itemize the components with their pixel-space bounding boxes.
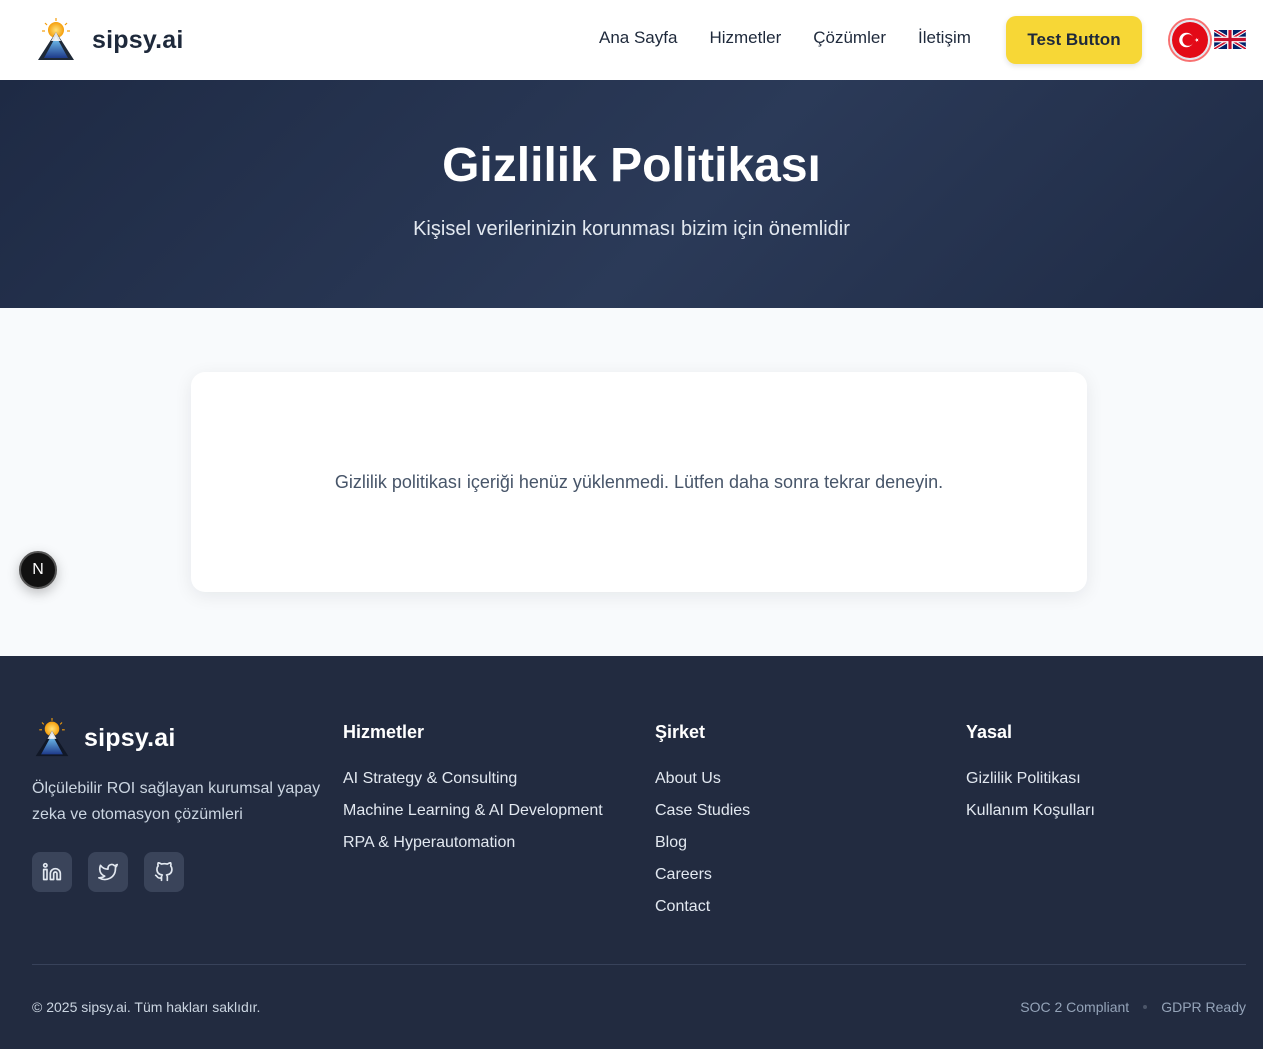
footer-divider <box>32 964 1246 965</box>
nav-solutions[interactable]: Çözümler <box>813 28 886 48</box>
linkedin-icon[interactable] <box>32 852 72 892</box>
footer-brand-name: sipsy.ai <box>84 723 176 752</box>
footer-link[interactable]: About Us <box>655 763 750 795</box>
github-icon[interactable] <box>144 852 184 892</box>
footer-col-title: Hizmetler <box>343 722 425 742</box>
separator-dot <box>1143 1005 1148 1009</box>
page-subtitle: Kişisel verilerinizin korunması bizim iç… <box>413 218 850 240</box>
footer-col-company: Şirket About Us Case Studies Blog Career… <box>655 722 750 923</box>
gdpr-badge: GDPR Ready <box>1161 999 1246 1015</box>
copyright-text: © 2025 sipsy.ai. Tüm hakları saklıdır. <box>32 999 261 1015</box>
test-button[interactable]: Test Button <box>1006 16 1142 64</box>
footer-link[interactable]: Kullanım Koşulları <box>966 795 1095 827</box>
footer-brand[interactable]: sipsy.ai <box>32 718 175 758</box>
footer-col-legal: Yasal Gizlilik Politikası Kullanım Koşul… <box>966 722 1095 827</box>
dev-tools-badge[interactable]: N <box>19 551 57 589</box>
footer-col-title: Şirket <box>655 722 706 742</box>
main-content: Gizlilik politikası içeriği henüz yüklen… <box>0 308 1263 656</box>
soc2-badge: SOC 2 Compliant <box>1020 999 1130 1015</box>
brand-name: sipsy.ai <box>92 25 184 54</box>
footer-col-title: Yasal <box>966 722 1013 742</box>
nav-services[interactable]: Hizmetler <box>709 28 781 48</box>
brand-link[interactable]: sipsy.ai <box>34 18 183 62</box>
policy-empty-message: Gizlilik politikası içeriği henüz yüklen… <box>334 472 944 492</box>
compliance-badges: SOC 2 Compliant GDPR Ready <box>1020 999 1246 1015</box>
footer-link[interactable]: Gizlilik Politikası <box>966 763 1095 795</box>
footer-link[interactable]: Careers <box>655 859 750 891</box>
footer-link[interactable]: AI Strategy & Consulting <box>343 763 603 795</box>
nav-contact[interactable]: İletişim <box>918 28 971 48</box>
hero-section: Gizlilik Politikası Kişisel verilerinizi… <box>0 80 1263 308</box>
site-header: sipsy.ai Ana Sayfa Hizmetler Çözümler İl… <box>0 0 1263 80</box>
logo-icon <box>35 718 69 757</box>
logo-icon <box>38 18 74 60</box>
footer-description: Ölçülebilir ROI sağlayan kurumsal yapay … <box>32 780 321 823</box>
main-nav: Ana Sayfa Hizmetler Çözümler İletişim <box>599 28 971 48</box>
footer-link[interactable]: Case Studies <box>655 795 750 827</box>
site-footer: sipsy.ai Ölçülebilir ROI sağlayan kurums… <box>0 656 1263 1049</box>
footer-link[interactable]: Machine Learning & AI Development <box>343 795 603 827</box>
footer-link[interactable]: Blog <box>655 827 750 859</box>
social-links <box>32 852 184 892</box>
uk-flag-icon[interactable] <box>1213 28 1247 51</box>
footer-link[interactable]: RPA & Hyperautomation <box>343 827 603 859</box>
turkey-flag-icon[interactable] <box>1170 20 1210 60</box>
twitter-icon[interactable] <box>88 852 128 892</box>
nav-home[interactable]: Ana Sayfa <box>599 28 677 48</box>
footer-link[interactable]: Contact <box>655 891 750 923</box>
page-title: Gizlilik Politikası <box>442 139 821 192</box>
policy-card: Gizlilik politikası içeriği henüz yüklen… <box>191 372 1087 592</box>
footer-col-services: Hizmetler AI Strategy & Consulting Machi… <box>343 722 603 859</box>
